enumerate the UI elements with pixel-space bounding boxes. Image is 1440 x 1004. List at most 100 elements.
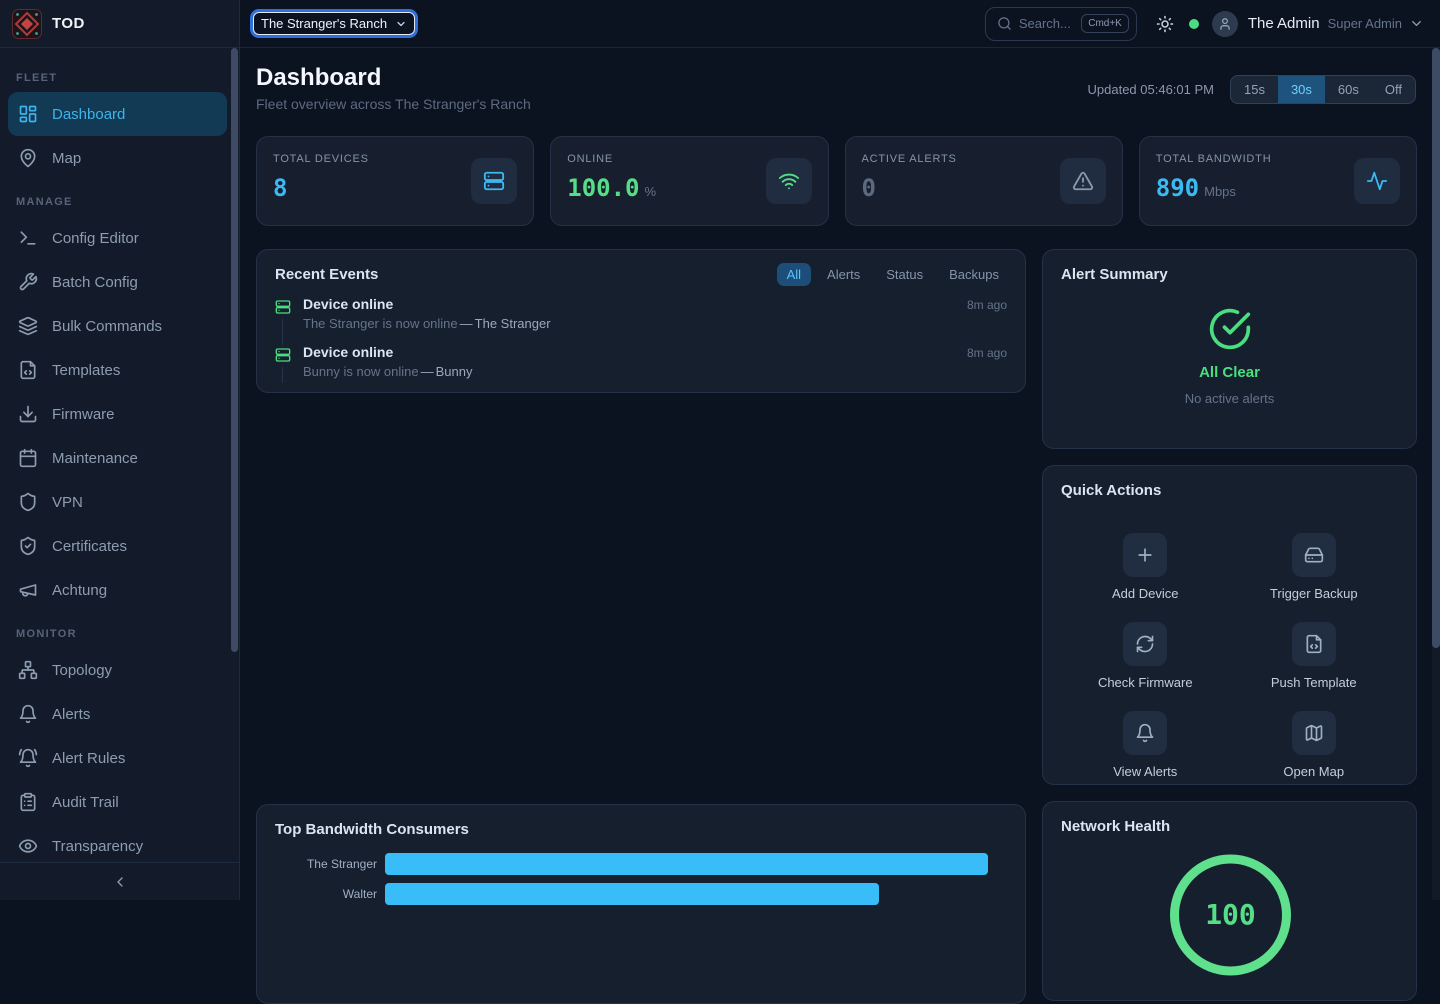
page-title: Dashboard: [256, 64, 381, 92]
event-row: Device online 8m ago Bunny is now online…: [275, 344, 1007, 392]
filter-tab-backups[interactable]: Backups: [939, 263, 1009, 286]
sidebar-item-alerts[interactable]: Alerts: [8, 692, 227, 736]
megaphone-icon: [18, 580, 38, 600]
search-input[interactable]: [1019, 16, 1074, 31]
user-menu[interactable]: The Admin Super Admin: [1212, 11, 1424, 37]
sidebar-item-maintenance[interactable]: Maintenance: [8, 436, 227, 480]
bandwidth-consumers-card: Top Bandwidth Consumers The Stranger Wal…: [256, 804, 1026, 1004]
sidebar-item-label: Audit Trail: [52, 794, 119, 811]
event-time: 8m ago: [967, 298, 1007, 312]
refresh-interval-segmented-control: 15s 30s 60s Off: [1230, 75, 1416, 104]
trigger-backup-button[interactable]: Trigger Backup: [1234, 533, 1394, 601]
event-title: Device online: [303, 296, 393, 312]
sidebar-item-label: Dashboard: [52, 106, 125, 123]
quick-actions-grid: Add Device Trigger Backup Check Firmware…: [1061, 533, 1398, 779]
quick-actions-card: Quick Actions Add Device Trigger Backup …: [1042, 465, 1417, 785]
quick-actions-title: Quick Actions: [1061, 482, 1398, 499]
timeline-connector: [282, 367, 283, 383]
sidebar-item-bulk-commands[interactable]: Bulk Commands: [8, 304, 227, 348]
app-name: TOD: [52, 15, 85, 32]
map-icon: [1292, 711, 1336, 755]
stat-card-online: ONLINE 100.0%: [550, 136, 828, 226]
server-icon: [275, 347, 291, 363]
sidebar-item-transparency[interactable]: Transparency: [8, 824, 227, 861]
bell-icon: [18, 704, 38, 724]
theme-toggle-button[interactable]: [1156, 15, 1174, 33]
push-template-button[interactable]: Push Template: [1234, 622, 1394, 690]
hard-drive-icon: [1292, 533, 1336, 577]
terminal-icon: [18, 228, 38, 248]
sidebar-item-templates[interactable]: Templates: [8, 348, 227, 392]
bar-row: Walter: [275, 883, 1007, 905]
user-name: The Admin: [1248, 15, 1320, 32]
wifi-icon: [766, 158, 812, 204]
clipboard-list-icon: [18, 792, 38, 812]
download-icon: [18, 404, 38, 424]
event-device: Bunny: [436, 364, 473, 379]
connection-status-dot: [1189, 19, 1199, 29]
bell-icon: [1123, 711, 1167, 755]
topbar: The Stranger's Ranch Cmd+K The Admin Sup…: [240, 0, 1440, 48]
page-subtitle: Fleet overview across The Stranger's Ran…: [256, 96, 531, 112]
sidebar-item-batch-config[interactable]: Batch Config: [8, 260, 227, 304]
refresh-15s-button[interactable]: 15s: [1231, 76, 1278, 103]
event-description: Bunny is now online—Bunny: [303, 364, 1007, 379]
stat-value: 0: [862, 174, 876, 202]
sidebar: TOD FLEET Dashboard Map MANAGE Config Ed…: [0, 0, 240, 900]
bandwidth-bar: [385, 883, 879, 905]
refresh-icon: [1123, 622, 1167, 666]
bar-label: The Stranger: [275, 857, 385, 871]
add-device-button[interactable]: Add Device: [1065, 533, 1225, 601]
network-health-card: Network Health 100: [1042, 801, 1417, 1001]
file-code-icon: [18, 360, 38, 380]
sidebar-item-firmware[interactable]: Firmware: [8, 392, 227, 436]
events-list: Device online 8m ago The Stranger is now…: [275, 296, 1007, 392]
refresh-off-button[interactable]: Off: [1372, 76, 1415, 103]
sidebar-item-label: VPN: [52, 494, 83, 511]
sidebar-collapse-button[interactable]: [0, 862, 239, 900]
server-icon: [275, 299, 291, 315]
sidebar-item-certificates[interactable]: Certificates: [8, 524, 227, 568]
chevron-down-icon[interactable]: [1409, 16, 1424, 31]
sidebar-item-vpn[interactable]: VPN: [8, 480, 227, 524]
activity-icon: [1354, 158, 1400, 204]
open-map-button[interactable]: Open Map: [1234, 711, 1394, 779]
stat-value: 890: [1156, 174, 1199, 202]
filter-tab-alerts[interactable]: Alerts: [817, 263, 870, 286]
alert-triangle-icon: [1060, 158, 1106, 204]
user-role: Super Admin: [1328, 16, 1402, 31]
brand: TOD: [0, 0, 239, 48]
network-icon: [18, 660, 38, 680]
bar-row: The Stranger: [275, 853, 1007, 875]
sidebar-item-topology[interactable]: Topology: [8, 648, 227, 692]
search-icon: [997, 16, 1012, 31]
sidebar-item-label: Achtung: [52, 582, 107, 599]
sun-icon: [1156, 15, 1174, 33]
filter-tab-all[interactable]: All: [777, 263, 811, 286]
server-icon: [471, 158, 517, 204]
check-firmware-button[interactable]: Check Firmware: [1065, 622, 1225, 690]
stats-row: TOTAL DEVICES 8 ONLINE 100.0% ACTIVE ALE…: [256, 136, 1417, 226]
event-device: The Stranger: [475, 316, 551, 331]
sidebar-item-label: Templates: [52, 362, 120, 379]
site-selector[interactable]: The Stranger's Ranch: [253, 12, 415, 35]
refresh-60s-button[interactable]: 60s: [1325, 76, 1372, 103]
refresh-30s-button[interactable]: 30s: [1278, 76, 1325, 103]
sidebar-item-map[interactable]: Map: [8, 136, 227, 180]
sidebar-item-audit-trail[interactable]: Audit Trail: [8, 780, 227, 824]
stat-card-active-alerts: ACTIVE ALERTS 0: [845, 136, 1123, 226]
view-alerts-button[interactable]: View Alerts: [1065, 711, 1225, 779]
main-scrollbar[interactable]: [1432, 48, 1440, 648]
sidebar-item-label: Firmware: [52, 406, 115, 423]
filter-tab-status[interactable]: Status: [876, 263, 933, 286]
stat-card-total-bandwidth: TOTAL BANDWIDTH 890Mbps: [1139, 136, 1417, 226]
sidebar-scrollbar[interactable]: [231, 48, 238, 652]
chevron-left-icon: [112, 874, 128, 890]
shield-icon: [18, 492, 38, 512]
sidebar-item-dashboard[interactable]: Dashboard: [8, 92, 227, 136]
sidebar-item-achtung[interactable]: Achtung: [8, 568, 227, 612]
search-box[interactable]: Cmd+K: [985, 7, 1137, 41]
sidebar-item-config-editor[interactable]: Config Editor: [8, 216, 227, 260]
sidebar-item-alert-rules[interactable]: Alert Rules: [8, 736, 227, 780]
layers-icon: [18, 316, 38, 336]
